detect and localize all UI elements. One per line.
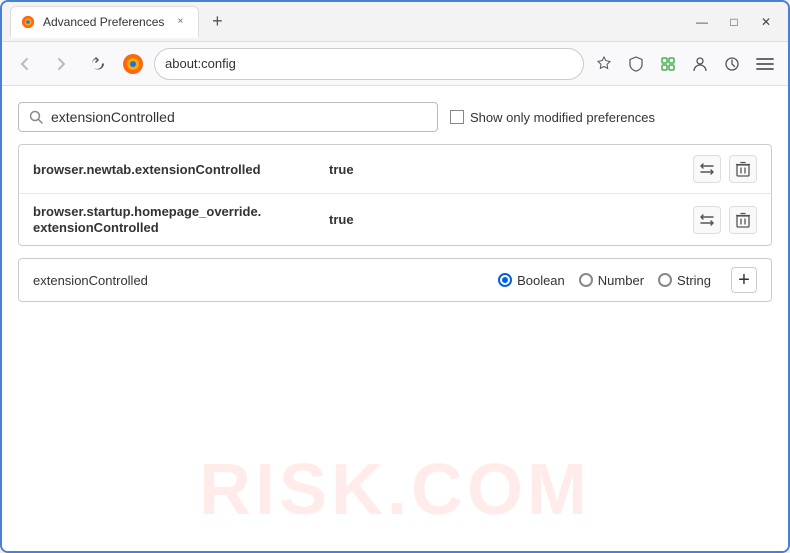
show-modified-checkbox[interactable] (450, 110, 464, 124)
puzzle-icon (660, 56, 676, 72)
star-icon (596, 56, 612, 72)
new-pref-name: extensionControlled (33, 273, 193, 288)
number-radio-circle (579, 273, 593, 287)
trash-icon (736, 161, 750, 177)
history-icon[interactable] (718, 50, 746, 78)
window-controls: — □ ✕ (688, 8, 780, 36)
clock-icon (724, 56, 740, 72)
pref-name-2-line2: extensionControlled (33, 220, 313, 235)
search-container: Show only modified preferences (18, 102, 772, 132)
pref-value-2: true (329, 212, 354, 227)
boolean-radio-circle (498, 273, 512, 287)
table-row[interactable]: browser.newtab.extensionControlled true (19, 145, 771, 194)
show-modified-label[interactable]: Show only modified preferences (450, 110, 655, 125)
search-input[interactable] (51, 109, 427, 125)
firefox-logo-icon (122, 53, 144, 75)
pref-name-2: browser.startup.homepage_override. exten… (33, 204, 313, 235)
hamburger-menu-icon[interactable] (750, 49, 780, 79)
nav-icons-right (590, 49, 780, 79)
add-preference-row: extensionControlled Boolean Number Strin… (18, 258, 772, 302)
page-content: RISK.COM Show only modified preferences … (2, 86, 788, 551)
toggle-button-1[interactable] (693, 155, 721, 183)
boolean-label: Boolean (517, 273, 565, 288)
tab-favicon-icon (21, 15, 35, 29)
show-modified-text: Show only modified preferences (470, 110, 655, 125)
delete-button-2[interactable] (729, 206, 757, 234)
row-actions-1 (693, 155, 757, 183)
pref-name-1: browser.newtab.extensionControlled (33, 162, 313, 177)
pref-name-2-line1: browser.startup.homepage_override. (33, 204, 313, 219)
reload-icon (89, 56, 105, 72)
trash-icon-2 (736, 212, 750, 228)
table-row[interactable]: browser.startup.homepage_override. exten… (19, 194, 771, 245)
toggle-button-2[interactable] (693, 206, 721, 234)
navigation-bar: about:config (2, 42, 788, 86)
extension-icon[interactable] (654, 50, 682, 78)
add-pref-button[interactable]: + (731, 267, 757, 293)
search-box[interactable] (18, 102, 438, 132)
row-actions-2 (693, 206, 757, 234)
sync-account-icon[interactable] (686, 50, 714, 78)
browser-window: Advanced Preferences × + — □ ✕ (0, 0, 790, 553)
tab-close-button[interactable]: × (172, 14, 188, 30)
results-table: browser.newtab.extensionControlled true (18, 144, 772, 246)
pocket-icon[interactable] (622, 50, 650, 78)
maximize-button[interactable]: □ (720, 8, 748, 36)
reload-button[interactable] (82, 49, 112, 79)
tab-strip: Advanced Preferences × + (10, 2, 684, 41)
new-tab-button[interactable]: + (203, 8, 231, 36)
pref-value-1: true (329, 162, 354, 177)
menu-lines-icon (756, 56, 774, 72)
person-icon (691, 55, 709, 73)
string-radio-circle (658, 273, 672, 287)
bookmark-icon[interactable] (590, 50, 618, 78)
tab-title: Advanced Preferences (43, 15, 164, 29)
shield-icon (628, 56, 644, 72)
title-bar: Advanced Preferences × + — □ ✕ (2, 2, 788, 42)
forward-arrow-icon (54, 57, 68, 71)
boolean-radio[interactable]: Boolean (498, 273, 565, 288)
string-label: String (677, 273, 711, 288)
swap-icon-2 (698, 213, 716, 227)
address-text: about:config (165, 56, 573, 71)
watermark: RISK.COM (199, 449, 591, 531)
delete-button-1[interactable] (729, 155, 757, 183)
address-bar[interactable]: about:config (154, 48, 584, 80)
string-radio[interactable]: String (658, 273, 711, 288)
back-arrow-icon (18, 57, 32, 71)
number-radio[interactable]: Number (579, 273, 644, 288)
type-selector: Boolean Number String (498, 273, 711, 288)
close-button[interactable]: ✕ (752, 8, 780, 36)
number-label: Number (598, 273, 644, 288)
swap-icon (698, 162, 716, 176)
back-button[interactable] (10, 49, 40, 79)
active-tab[interactable]: Advanced Preferences × (10, 6, 199, 38)
minimize-button[interactable]: — (688, 8, 716, 36)
search-icon (29, 110, 43, 124)
forward-button[interactable] (46, 49, 76, 79)
